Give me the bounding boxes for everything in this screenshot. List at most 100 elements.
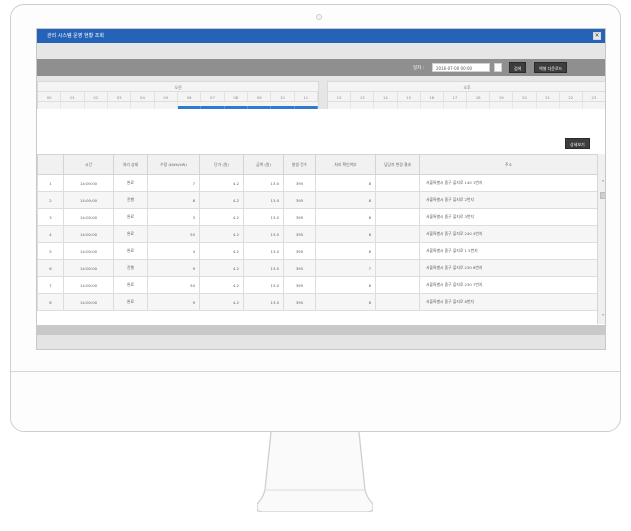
table-cell: 진행 [113,191,148,209]
table-cell: 4.2 [199,242,244,260]
excel-download-button[interactable]: 엑셀 다운로드 [534,62,568,73]
table-cell: 8 [315,225,376,243]
column-header[interactable] [37,154,64,175]
search-button[interactable]: 검색 [509,62,527,73]
table-row[interactable]: 1 14:00:00 완료 7 4.2 13.0 395 8 서울특별시 중구 을지로 140 … [37,174,597,192]
column-header[interactable]: 발생 건수 [283,154,316,175]
hour-label: 17 [444,92,468,101]
table-cell: 395 [283,259,316,277]
table-cell-empty [375,276,420,294]
table-cell: 13.0 [243,276,284,294]
column-header[interactable]: 금액 (원) [243,154,284,175]
table-cell: 3 [37,208,64,226]
monitor-stand [257,432,373,512]
search-bar: 일자 : 2016-07-00 00:00 검색 엑셀 다운로드 [37,59,605,76]
hour-label: 16 [421,92,444,101]
table-cell: 13.0 [243,259,284,277]
column-header[interactable]: 처리 확인여부 [315,154,376,175]
window-footer [37,325,605,349]
hour-label: 11 [295,92,318,101]
table-cell: 4.2 [199,208,244,226]
table-cell: 4.2 [199,191,244,209]
table-cell: 8 [37,293,64,311]
column-header[interactable]: 처리 상태 [113,154,148,175]
table-cell: 395 [283,208,316,226]
hour-label: 23 [583,92,605,101]
column-header[interactable]: 담당자 변경 결과 [375,154,420,175]
table-cell: 8 [315,242,376,260]
table-cell: 395 [283,225,316,243]
hour-label: 19 [490,92,514,101]
table-cell: 서울특별시 중구 을지로 1 5번지 [419,242,597,260]
column-header[interactable]: 수량 (kWh/kW) [147,154,200,175]
column-header[interactable]: 단가 (원) [199,154,244,175]
table-cell: 4 [37,225,64,243]
table-body: 1 14:00:00 완료 7 4.2 13.0 395 8 서울특별시 중구 을지로 140 … [37,174,597,311]
hour-label: 15 [398,92,421,101]
date-input[interactable]: 2016-07-00 00:00 [432,63,490,72]
table-cell: 395 [283,174,316,192]
hour-label: 10 [271,92,295,101]
table-cell: 4.2 [199,293,244,311]
table-cell-empty [375,225,420,243]
table-cell: 8 [315,208,376,226]
table-row[interactable]: 4 14:00:00 완료 50 4.2 13.0 395 8 서울특별시 중구 을지로 240… [37,225,597,243]
hour-label: 20 [513,92,537,101]
table-cell: 서울특별시 중구 을지로 230 7번지 [419,276,597,294]
table-cell: 진행 [113,259,148,277]
window-title: 관리 시스템 운영 현황 조회 [47,33,104,39]
table-cell: 4.2 [199,174,244,192]
footer-strip [37,325,605,335]
table-row[interactable]: 6 14:00:00 진행 9 4.2 13.0 395 7 서울특별시 중구 을지로 230 … [37,259,597,277]
table-cell: 13.0 [243,208,284,226]
table-cell-empty [375,259,420,277]
table-cell: 13.0 [243,225,284,243]
table-cell: 7 [37,276,64,294]
close-icon[interactable]: × [593,32,601,40]
table-scrollbar[interactable]: ˄ ˅ [597,154,605,324]
table-cell: 14:00:00 [63,174,114,192]
table-row[interactable]: 2 14:00:00 진행 8 4.2 13.0 395 8 서울특별시 중구 을지로 2번지 [37,191,597,209]
date-label: 일자 : [413,66,425,71]
table-cell: 완료 [113,174,148,192]
table-row[interactable]: 8 14:00:00 완료 9 4.2 13.0 395 8 서울특별시 중구 을지로 8번지 [37,293,597,311]
table-cell: 14:00:00 [63,225,114,243]
hour-label: 08 [225,92,248,101]
table-cell: 완료 [113,276,148,294]
window-titlebar: 관리 시스템 운영 현황 조회 × [37,29,605,43]
table-cell: 2 [37,191,64,209]
table-cell: 8 [315,293,376,311]
list-actions: 상세보기 [37,109,605,154]
hour-label: 18 [467,92,491,101]
table-cell: 8 [147,191,200,209]
table-cell: 서울특별시 중구 을지로 2번지 [419,191,597,209]
hour-label: 05 [155,92,178,101]
table-cell: 4.2 [199,225,244,243]
hour-label: 07 [201,92,225,101]
data-table-wrapper: 시간 처리 상태 수량 (kWh/kW) 단가 (원) 금액 (원) 발생 건수 처리 확인… [37,154,597,324]
table-row[interactable]: 3 14:00:00 완료 3 4.2 13.0 395 8 서울특별시 중구 을지로 3번지 [37,208,597,226]
chevron-down-icon[interactable]: ˅ [599,314,605,322]
table-cell: 서울특별시 중구 을지로 140 1번지 [419,174,597,192]
schedule-pm-hours: 12 13 14 15 16 17 18 19 20 21 22 23 [328,92,605,102]
column-header[interactable]: 주소 [419,154,597,175]
hour-label: 01 [61,92,85,101]
detail-button[interactable]: 상세보기 [565,138,590,149]
chevron-up-icon[interactable]: ˄ [599,180,605,188]
table-row[interactable]: 7 14:00:00 완료 50 4.2 13.0 395 8 서울특별시 중구 을지로 230… [37,276,597,294]
table-cell: 4.2 [199,259,244,277]
table-cell-empty [375,208,420,226]
table-cell-empty [375,174,420,192]
table-row[interactable]: 5 14:00:00 완료 4 4.2 13.0 395 8 서울특별시 중구 을지로 1 5번… [37,242,597,260]
table-cell: 14:00:00 [63,293,114,311]
table-cell: 완료 [113,293,148,311]
column-header[interactable]: 시간 [63,154,114,175]
table-cell: 13.0 [243,191,284,209]
scrollbar-thumb[interactable] [600,192,605,199]
table-cell: 8 [315,191,376,209]
calendar-icon[interactable] [494,63,502,72]
table-cell: 4 [147,242,200,260]
table-cell: 서울특별시 중구 을지로 240 4번지 [419,225,597,243]
hour-label: 04 [131,92,155,101]
table-cell: 서울특별시 중구 을지로 3번지 [419,208,597,226]
